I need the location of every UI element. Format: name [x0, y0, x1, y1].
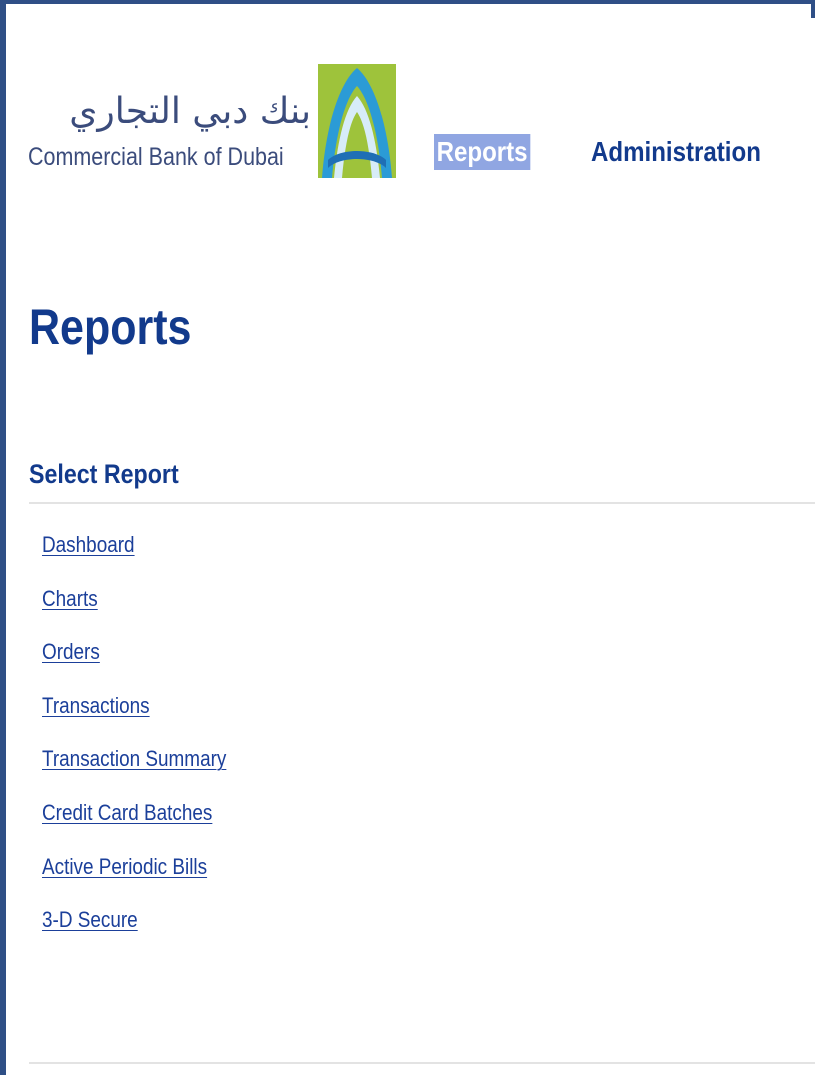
- list-item: Active Periodic Bills: [42, 850, 256, 904]
- bank-logo[interactable]: بنك دبي التجاري Commercial Bank of Dubai: [26, 62, 396, 180]
- list-item: Transaction Summary: [42, 742, 256, 796]
- report-link-orders[interactable]: Orders: [42, 635, 100, 669]
- report-link-charts[interactable]: Charts: [42, 582, 98, 616]
- report-link-3d-secure[interactable]: 3-D Secure: [42, 903, 138, 937]
- list-item: 3-D Secure: [42, 903, 256, 957]
- list-item: Dashboard: [42, 528, 256, 582]
- cbd-arch-logo-icon: [318, 64, 396, 178]
- report-link-dashboard[interactable]: Dashboard: [42, 528, 135, 562]
- list-item: Charts: [42, 582, 256, 636]
- list-item: Orders: [42, 635, 256, 689]
- list-item: Transactions: [42, 689, 256, 743]
- list-item: Credit Card Batches: [42, 796, 256, 850]
- bank-name-english: Commercial Bank of Dubai: [28, 143, 284, 171]
- footer-divider: [29, 1062, 815, 1064]
- report-link-transactions[interactable]: Transactions: [42, 689, 150, 723]
- section-title: Select Report: [29, 459, 179, 489]
- nav-reports-link[interactable]: Reports: [434, 134, 531, 170]
- report-link-credit-card-batches[interactable]: Credit Card Batches: [42, 796, 212, 830]
- report-link-transaction-summary[interactable]: Transaction Summary: [42, 742, 226, 776]
- report-list: Dashboard Charts Orders Transactions Tra…: [42, 528, 256, 957]
- section-divider: [29, 502, 815, 504]
- nav-administration-link[interactable]: Administration: [591, 134, 761, 170]
- page-title: Reports: [29, 299, 192, 355]
- report-link-active-periodic-bills[interactable]: Active Periodic Bills: [42, 850, 207, 884]
- bank-name-arabic: بنك دبي التجاري: [69, 91, 311, 132]
